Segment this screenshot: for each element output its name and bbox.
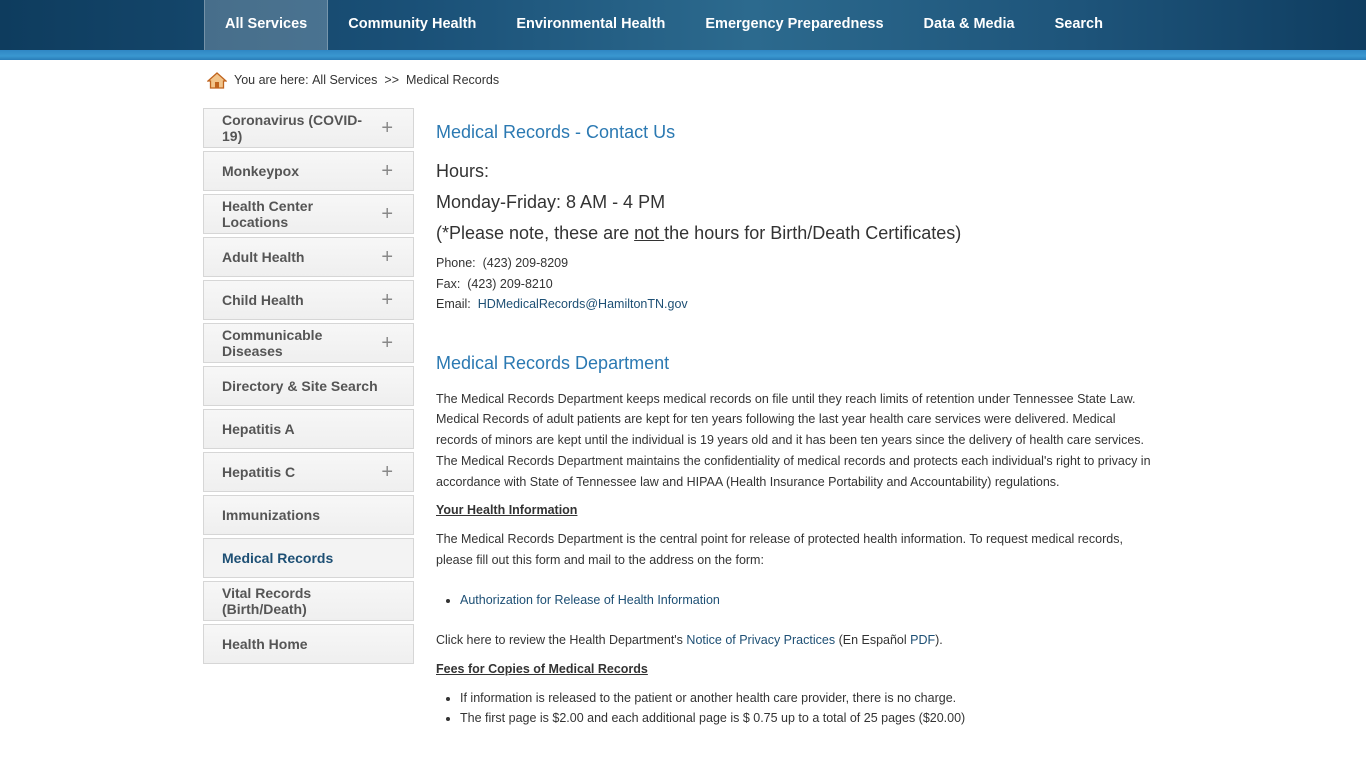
nav-community-health[interactable]: Community Health <box>328 0 496 50</box>
list-item: Authorization for Release of Health Info… <box>460 590 1156 610</box>
privacy-pdf-link[interactable]: PDF <box>910 633 935 647</box>
plus-icon[interactable]: + <box>381 290 393 310</box>
top-accent-strip <box>0 50 1366 60</box>
sidebar: Coronavirus (COVID-19) + Monkeypox + Healt… <box>203 108 414 667</box>
hours-note-not: not <box>634 223 665 243</box>
plus-icon[interactable]: + <box>381 247 393 267</box>
department-intro: The Medical Records Department keeps med… <box>436 391 1151 489</box>
main-content: Medical Records - Contact Us Hours: Mond… <box>436 118 1156 728</box>
email-link[interactable]: HDMedicalRecords@HamiltonTN.gov <box>478 297 688 311</box>
list-item: The first page is $2.00 and each additio… <box>460 708 1156 728</box>
plus-icon[interactable]: + <box>381 333 393 353</box>
sidebar-item-communicable-diseases[interactable]: Communicable Diseases + <box>203 323 414 363</box>
privacy-line: Click here to review the Health Departme… <box>436 630 1156 651</box>
contact-title: Medical Records - Contact Us <box>436 122 676 142</box>
nav-data-media[interactable]: Data & Media <box>904 0 1035 50</box>
phone-value: (423) 209-8209 <box>482 256 569 270</box>
privacy-mid: (En Español <box>835 633 911 648</box>
fax-value: (423) 209-8210 <box>467 276 553 291</box>
sidebar-item-label: Adult Health <box>222 249 305 265</box>
breadcrumb-separator: >> <box>384 73 399 87</box>
sidebar-item-label: Medical Records <box>222 550 334 566</box>
sidebar-item-label: Health Center Locations <box>222 198 314 230</box>
sidebar-item-label: Monkeypox <box>222 163 300 179</box>
sidebar-item-label: Communicable Diseases <box>222 327 323 359</box>
privacy-post: ). <box>935 633 943 648</box>
sidebar-item-label: Hepatitis C <box>222 464 296 480</box>
hours-note-post: the hours for Birth/Death Certificates) <box>664 223 962 243</box>
sidebar-item-label: Directory & Site Search <box>222 378 378 394</box>
main-nav: All Services Community Health Environmen… <box>204 0 1123 50</box>
home-icon[interactable] <box>207 71 227 89</box>
sidebar-item-health-home[interactable]: Health Home <box>203 624 414 664</box>
sidebar-item-monkeypox[interactable]: Monkeypox + <box>203 151 414 191</box>
sidebar-item-vital-records[interactable]: Vital Records (Birth/Death) <box>203 581 414 621</box>
list-item: If information is released to the patien… <box>460 688 1156 708</box>
privacy-practices-link[interactable]: Notice of Privacy Practices <box>686 633 835 647</box>
plus-icon[interactable]: + <box>381 462 393 482</box>
email-label: Email: <box>436 297 471 311</box>
department-title: Medical Records Department <box>436 352 670 373</box>
sidebar-item-label: Hepatitis A <box>222 421 295 437</box>
sidebar-item-hepatitis-c[interactable]: Hepatitis C + <box>203 452 414 492</box>
breadcrumb-current: Medical Records <box>406 73 500 87</box>
nav-emergency-preparedness[interactable]: Emergency Preparedness <box>685 0 903 50</box>
auth-release-link[interactable]: Authorization for Release of Health Info… <box>460 593 720 607</box>
sidebar-item-label: Health Home <box>222 636 308 652</box>
your-info-text: The Medical Records Department is the ce… <box>436 532 1123 567</box>
fees-heading: Fees for Copies of Medical Records <box>436 661 648 676</box>
sidebar-item-child-health[interactable]: Child Health + <box>203 280 414 320</box>
sidebar-item-label: Immunizations <box>222 507 321 523</box>
plus-icon[interactable]: + <box>381 204 393 224</box>
email-line: Email: HDMedicalRecords@HamiltonTN.gov <box>436 294 1156 315</box>
hours-value: Monday-Friday: 8 AM - 4 PM <box>436 192 666 212</box>
breadcrumb-prefix: You are here: <box>234 73 309 87</box>
sidebar-item-health-center-locations[interactable]: Health Center Locations + <box>203 194 414 234</box>
sidebar-item-adult-health[interactable]: Adult Health + <box>203 237 414 277</box>
sidebar-item-label: Vital Records (Birth/Death) <box>222 585 312 617</box>
sidebar-item-directory-site-search[interactable]: Directory & Site Search <box>203 366 414 406</box>
sidebar-item-immunizations[interactable]: Immunizations <box>203 495 414 535</box>
fax-line: Fax: (423) 209-8210 <box>436 274 1156 295</box>
sidebar-item-label: Child Health <box>222 292 304 308</box>
sidebar-item-hepatitis-a[interactable]: Hepatitis A <box>203 409 414 449</box>
breadcrumb-all-services[interactable]: All Services <box>312 73 377 87</box>
hours-label: Hours: <box>436 161 490 181</box>
fax-label: Fax: <box>436 276 461 291</box>
nav-search[interactable]: Search <box>1035 0 1123 50</box>
hours-note: (*Please note, these are not the hours f… <box>436 218 1156 249</box>
fees-list: If information is released to the patien… <box>436 688 1156 728</box>
privacy-pre: Click here to review the Health Departme… <box>436 633 687 648</box>
auth-list: Authorization for Release of Health Info… <box>436 590 1156 610</box>
sidebar-item-medical-records[interactable]: Medical Records <box>203 538 414 578</box>
plus-icon[interactable]: + <box>381 161 393 181</box>
hours-note-pre: (*Please note, these are <box>436 223 635 243</box>
breadcrumb: You are here: All Services >> Medical Re… <box>207 70 499 90</box>
sidebar-item-label: Coronavirus (COVID-19) <box>222 112 363 144</box>
sidebar-item-coronavirus[interactable]: Coronavirus (COVID-19) + <box>203 108 414 148</box>
nav-all-services[interactable]: All Services <box>204 0 329 50</box>
plus-icon[interactable]: + <box>381 118 393 138</box>
phone-label: Phone: <box>436 256 476 270</box>
nav-environmental-health[interactable]: Environmental Health <box>496 0 685 50</box>
phone-line: Phone: (423) 209-8209 <box>436 253 1156 274</box>
your-info-heading: Your Health Information <box>436 503 578 518</box>
